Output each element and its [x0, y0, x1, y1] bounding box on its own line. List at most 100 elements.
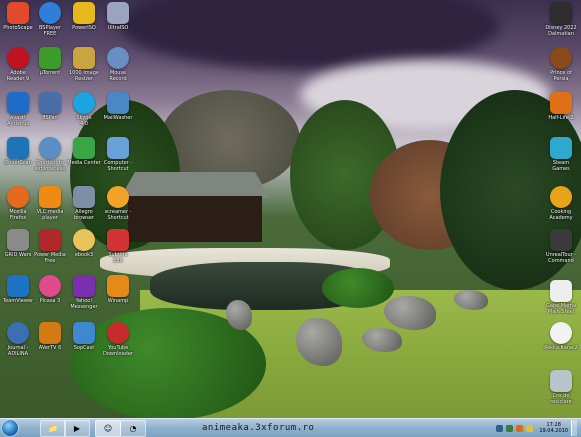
- desktop-icon[interactable]: ebook3: [66, 229, 102, 258]
- desktop-icon[interactable]: GRID Wars: [0, 229, 36, 258]
- unreal-tournament-icon: [550, 229, 572, 251]
- avertv-icon: [39, 322, 61, 344]
- desktop-icon[interactable]: Media Center: [66, 137, 102, 166]
- desktop-icon[interactable]: Allegro browser: [66, 186, 102, 221]
- desktop-icon[interactable]: Yahoo! Messenger: [66, 275, 102, 310]
- ab-game-icon: [550, 280, 572, 302]
- desktop-icon[interactable]: Steam Games: [543, 137, 579, 172]
- desktop-icon-label: UltraISO: [107, 25, 129, 31]
- desktop-icon-label: Mozilla Firefox: [9, 209, 27, 221]
- desktop-icon-label: ebook3: [74, 252, 94, 258]
- teamviewer-icon: [7, 275, 29, 297]
- rock: [226, 300, 252, 330]
- desktop-icon[interactable]: screamer - Shortcut: [100, 186, 136, 221]
- explorer-task-icon: 📁: [48, 424, 58, 433]
- mailwasher-icon: [107, 92, 129, 114]
- desktop-icon-label: Shortcut to explorer.exe: [34, 160, 66, 172]
- desktop-icon[interactable]: Picasa 3: [32, 275, 68, 304]
- driverscan-icon: [7, 137, 29, 159]
- desktop-icon[interactable]: DriverScan: [0, 137, 36, 166]
- media-player-task-icon: ▶: [73, 424, 81, 433]
- desktop-icon-label: Media Center: [67, 160, 101, 166]
- desktop-icon-label: avast! Antivirus: [6, 115, 30, 127]
- recycle-bin-icon: [550, 370, 572, 392]
- desktop-icon-label: Cooking Academy: [549, 209, 573, 221]
- desktop-icon[interactable]: avast! Antivirus: [0, 92, 36, 127]
- yahoo-messenger-icon: [73, 275, 95, 297]
- show-desktop-button[interactable]: [571, 420, 577, 436]
- desktop-icon[interactable]: Shortcut to explorer.exe: [32, 137, 68, 172]
- desktop-icon[interactable]: Subtitle Edit: [100, 229, 136, 264]
- prince-of-persia-icon: [550, 47, 572, 69]
- desktop-icon[interactable]: BSPad: [32, 92, 68, 121]
- tea-house-roof: [120, 172, 270, 198]
- desktop-icon-label: Computer - Shortcut: [103, 160, 133, 172]
- desktop-icon-label: Power Media Free: [34, 252, 66, 264]
- desktop-icon[interactable]: 1000 Image Resizer: [66, 47, 102, 82]
- desktop-icon[interactable]: UltraISO: [100, 2, 136, 31]
- desktop-icon-label: DriverScan: [4, 160, 32, 166]
- tray-volume-icon[interactable]: [506, 424, 514, 432]
- desktop-icon-label: Cos de reciclare: [550, 393, 572, 405]
- clock[interactable]: 17:28 19.04.2010: [539, 422, 568, 434]
- explorer-shortcut-icon: [39, 137, 61, 159]
- desktop-icon[interactable]: Journal - ADILINA: [0, 322, 36, 357]
- desktop-icon-label: MailWasher: [103, 115, 133, 121]
- desktop-icon[interactable]: Cooking Academy: [543, 186, 579, 221]
- desktop-icon-label: GRID Wars: [4, 252, 32, 258]
- tray-flag-icon[interactable]: [526, 424, 534, 432]
- desktop-icon[interactable]: PhotoScape: [0, 2, 36, 31]
- desktop-icon-label: Subtitle Edit: [108, 252, 128, 264]
- start-button[interactable]: [2, 420, 18, 436]
- desktop-icon[interactable]: UnrealTour - Command: [543, 229, 579, 264]
- desktop-icon[interactable]: TeamViewer: [0, 275, 36, 304]
- desktop-icon[interactable]: Mozilla Firefox: [0, 186, 36, 221]
- grid-wars-icon: [7, 229, 29, 251]
- desktop-icon[interactable]: Gabe Mama Main Steel: [543, 280, 579, 315]
- desktop-icon[interactable]: PowerISO: [66, 2, 102, 31]
- desktop-icon[interactable]: Half-Life 2: [543, 92, 579, 121]
- desktop-icon[interactable]: Skype 4.0: [66, 92, 102, 127]
- desktop-icon-label: µTorrent: [39, 70, 61, 76]
- desktop-icon[interactable]: YouTube Downloader: [100, 322, 136, 357]
- youtube-downloader-icon: [107, 322, 129, 344]
- tray-antivirus-icon[interactable]: [516, 424, 524, 432]
- bsplayer-icon: [39, 2, 61, 24]
- computer-shortcut-icon: [107, 137, 129, 159]
- bspad-icon: [39, 92, 61, 114]
- desktop-icon[interactable]: MailWasher: [100, 92, 136, 121]
- taskbar-button[interactable]: 📁: [40, 420, 66, 437]
- desktop-icon-label: PhotoScape: [3, 25, 33, 31]
- desktop-icon-label: Yahoo! Messenger: [70, 298, 98, 310]
- system-tray: 17:28 19.04.2010: [496, 419, 581, 437]
- media-center-icon: [73, 137, 95, 159]
- taskbar-button[interactable]: ▶: [64, 420, 90, 437]
- desktop-icon[interactable]: µTorrent: [32, 47, 68, 76]
- desktop-icon[interactable]: Prince of Persia: [543, 47, 579, 82]
- allegro-icon: [73, 186, 95, 208]
- taskbar-button[interactable]: ◔: [120, 420, 146, 437]
- picasa-icon: [39, 275, 61, 297]
- desktop-icon[interactable]: AVerTV 6: [32, 322, 68, 351]
- utorrent-icon: [39, 47, 61, 69]
- desktop-icon[interactable]: Computer - Shortcut: [100, 137, 136, 172]
- desktop-icon[interactable]: Adobe Reader 9: [0, 47, 36, 82]
- desktop-icon[interactable]: Disney 2022 Dalmatian: [543, 2, 579, 37]
- desktop-icon[interactable]: Pekka Kana 2: [543, 322, 579, 351]
- power-media-icon: [39, 229, 61, 251]
- desktop-icon[interactable]: SopCast: [66, 322, 102, 351]
- yahoo-task-icon: ☺: [103, 424, 113, 433]
- desktop-icon[interactable]: Mouse Record: [100, 47, 136, 82]
- taskbar-button[interactable]: ☺: [95, 420, 121, 437]
- desktop-icon[interactable]: BSPlayer FREE: [32, 2, 68, 37]
- desktop-icon[interactable]: Cos de reciclare: [543, 370, 579, 405]
- desktop-icon-label: Journal - ADILINA: [7, 345, 29, 357]
- desktop-icon[interactable]: VLC media player: [32, 186, 68, 221]
- desktop-icon-label: Adobe Reader 9: [6, 70, 30, 82]
- tray-network-icon[interactable]: [496, 424, 504, 432]
- desktop-icon-label: VLC media player: [36, 209, 64, 221]
- watermark-text: animeaka.3xforum.ro: [202, 423, 315, 433]
- desktop-icon-label: Pekka Kana 2: [544, 345, 578, 351]
- desktop-icon[interactable]: Power Media Free: [32, 229, 68, 264]
- desktop-icon[interactable]: Winamp: [100, 275, 136, 304]
